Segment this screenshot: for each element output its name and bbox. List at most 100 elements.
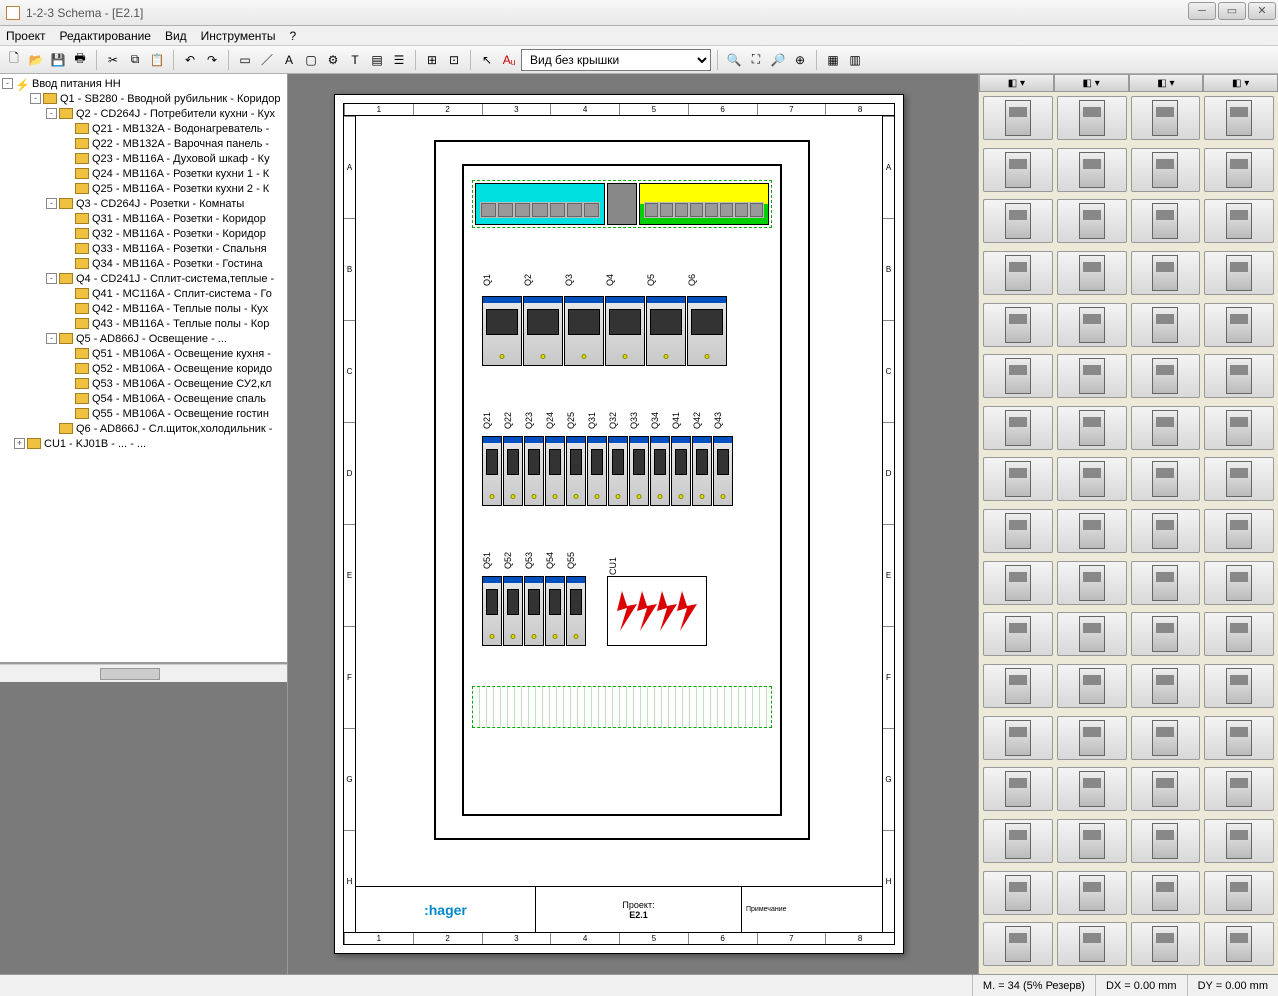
- tree-item[interactable]: Q41 - MC116A - Сплит-система - Го: [2, 286, 285, 301]
- palette-item[interactable]: [983, 457, 1053, 501]
- breaker-Q42[interactable]: [692, 436, 712, 506]
- palette-item[interactable]: [983, 199, 1053, 243]
- tree-item[interactable]: Q6 - AD866J - Сл.щиток,холодильник -: [2, 421, 285, 436]
- surge-protector-cu1[interactable]: CU1: [607, 576, 707, 646]
- breaker-Q33[interactable]: [629, 436, 649, 506]
- palette-item[interactable]: [1131, 303, 1201, 347]
- breaker-Q52[interactable]: [503, 576, 523, 646]
- palette-item[interactable]: [1057, 509, 1127, 553]
- palette-item[interactable]: [1204, 199, 1274, 243]
- palette-item[interactable]: [1057, 96, 1127, 140]
- breaker-Q41[interactable]: [671, 436, 691, 506]
- palette-item[interactable]: [1131, 922, 1201, 966]
- palette-item[interactable]: [1204, 96, 1274, 140]
- terminal-block-row[interactable]: [472, 180, 772, 228]
- palette-item[interactable]: [1131, 509, 1201, 553]
- palette-item[interactable]: [983, 819, 1053, 863]
- tree-item[interactable]: Q31 - MB116A - Розетки - Коридор: [2, 211, 285, 226]
- palette-item[interactable]: [1131, 457, 1201, 501]
- zoom-fit-icon[interactable]: ⛶: [746, 50, 766, 70]
- palette-item[interactable]: [983, 303, 1053, 347]
- palette-item[interactable]: [1204, 922, 1274, 966]
- tree-root[interactable]: -⚡Ввод питания НН: [2, 76, 285, 91]
- palette-item[interactable]: [983, 509, 1053, 553]
- maximize-button[interactable]: ▭: [1218, 2, 1246, 20]
- earth-terminal[interactable]: [639, 183, 769, 225]
- breaker-Q43[interactable]: [713, 436, 733, 506]
- palette-item[interactable]: [1057, 612, 1127, 656]
- palette-item[interactable]: [1204, 664, 1274, 708]
- din-rail-1[interactable]: Q1Q2Q3Q4Q5Q6: [472, 266, 772, 376]
- tool-label-icon[interactable]: T: [345, 50, 365, 70]
- enclosure-outline[interactable]: Q1Q2Q3Q4Q5Q6 Q21Q22Q23Q24Q25Q31Q32Q33Q34…: [434, 140, 810, 840]
- neutral-terminal[interactable]: [475, 183, 605, 225]
- palette-item[interactable]: [1204, 871, 1274, 915]
- ruler-icon[interactable]: ▥: [845, 50, 865, 70]
- palette-item[interactable]: [1057, 664, 1127, 708]
- breaker-Q51[interactable]: [482, 576, 502, 646]
- tool-device-icon[interactable]: ⚙: [323, 50, 343, 70]
- tree-item[interactable]: Q21 - MB132A - Водонагреватель -: [2, 121, 285, 136]
- tree-item[interactable]: Q34 - MB116A - Розетки - Гостина: [2, 256, 285, 271]
- tree-item[interactable]: Q53 - MB106A - Освещение СУ2,кл: [2, 376, 285, 391]
- breaker-Q32[interactable]: [608, 436, 628, 506]
- tree-hscrollbar[interactable]: [0, 664, 287, 682]
- palette-item[interactable]: [1131, 406, 1201, 450]
- palette-item[interactable]: [1057, 148, 1127, 192]
- palette-item[interactable]: [1057, 871, 1127, 915]
- save-button[interactable]: 💾: [48, 50, 68, 70]
- tree-item[interactable]: Q42 - MB116A - Теплые полы - Кух: [2, 301, 285, 316]
- palette-item[interactable]: [1057, 716, 1127, 760]
- paste-button[interactable]: 📋: [147, 50, 167, 70]
- palette-sort-4[interactable]: ◧ ▾: [1203, 74, 1278, 92]
- measure-icon[interactable]: ▦: [823, 50, 843, 70]
- tree-item[interactable]: Q22 - MB132A - Варочная панель -: [2, 136, 285, 151]
- tool-snap-icon[interactable]: ⊡: [444, 50, 464, 70]
- palette-grid[interactable]: [979, 92, 1278, 974]
- breaker-Q55[interactable]: [566, 576, 586, 646]
- open-button[interactable]: 📂: [26, 50, 46, 70]
- palette-item[interactable]: [1131, 96, 1201, 140]
- spare-rail[interactable]: [472, 686, 772, 728]
- palette-item[interactable]: [1057, 406, 1127, 450]
- din-rail-2[interactable]: Q21Q22Q23Q24Q25Q31Q32Q33Q34Q41Q42Q43: [472, 406, 772, 516]
- palette-item[interactable]: [1057, 922, 1127, 966]
- tree-item[interactable]: +CU1 - KJ01B - ... - ...: [2, 436, 285, 451]
- canvas[interactable]: 12345678 12345678 ABCDEFGH ABCDEFGH: [288, 74, 978, 974]
- breaker-Q21[interactable]: [482, 436, 502, 506]
- redo-button[interactable]: ↷: [202, 50, 222, 70]
- print-button[interactable]: 🖶: [70, 50, 90, 70]
- close-button[interactable]: ✕: [1248, 2, 1276, 20]
- palette-item[interactable]: [1204, 303, 1274, 347]
- tree-item[interactable]: Q25 - MB116A - Розетки кухни 2 - К: [2, 181, 285, 196]
- tool-list-icon[interactable]: ▤: [367, 50, 387, 70]
- tree-item[interactable]: Q51 - MB106A - Освещение кухня -: [2, 346, 285, 361]
- palette-item[interactable]: [1057, 561, 1127, 605]
- tree-item[interactable]: -Q5 - AD866J - Освещение - ...: [2, 331, 285, 346]
- tree-item[interactable]: Q33 - MB116A - Розетки - Спальня: [2, 241, 285, 256]
- breaker-Q22[interactable]: [503, 436, 523, 506]
- palette-item[interactable]: [983, 871, 1053, 915]
- palette-sort-2[interactable]: ◧ ▾: [1054, 74, 1129, 92]
- palette-item[interactable]: [983, 922, 1053, 966]
- breaker-Q23[interactable]: [524, 436, 544, 506]
- palette-item[interactable]: [1131, 612, 1201, 656]
- breaker-Q53[interactable]: [524, 576, 544, 646]
- palette-sort-1[interactable]: ◧ ▾: [979, 74, 1054, 92]
- zoom-100-icon[interactable]: ⊕: [790, 50, 810, 70]
- tool-select-icon[interactable]: ▭: [235, 50, 255, 70]
- new-button[interactable]: 🗋: [4, 50, 24, 70]
- tool-rect-icon[interactable]: ▢: [301, 50, 321, 70]
- breaker-Q54[interactable]: [545, 576, 565, 646]
- tree-item[interactable]: Q32 - MB116A - Розетки - Коридор: [2, 226, 285, 241]
- tree-item[interactable]: -Q4 - CD241J - Сплит-система,теплые -: [2, 271, 285, 286]
- tool-text-icon[interactable]: A: [279, 50, 299, 70]
- breaker-Q3[interactable]: [564, 296, 604, 366]
- palette-item[interactable]: [983, 612, 1053, 656]
- tool-pointer-icon[interactable]: ↖: [477, 50, 497, 70]
- palette-item[interactable]: [1057, 199, 1127, 243]
- tool-line-icon[interactable]: ／: [257, 50, 277, 70]
- palette-item[interactable]: [983, 354, 1053, 398]
- menu-view[interactable]: Вид: [165, 29, 187, 43]
- menu-project[interactable]: Проект: [6, 29, 46, 43]
